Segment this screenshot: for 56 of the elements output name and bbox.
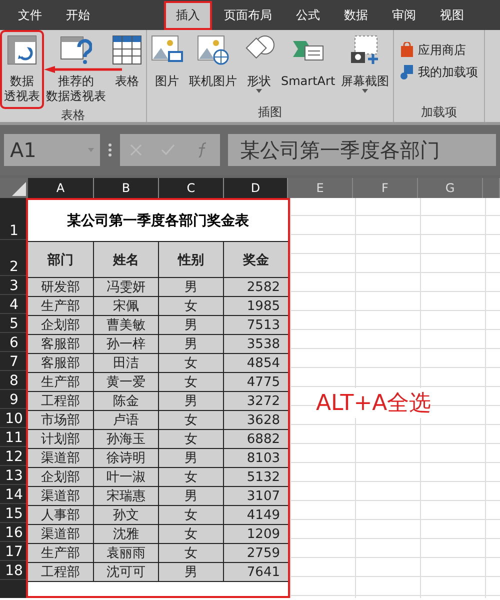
button-label: 透视表: [4, 89, 40, 104]
ribbon-button[interactable]: 推荐的 数据透视表: [44, 32, 108, 107]
table-question-icon: [60, 35, 92, 65]
ribbon-button[interactable]: 应用商店: [400, 42, 478, 58]
group-label: 加载项: [420, 104, 458, 121]
ribbon-tab[interactable]: 页面布局: [214, 2, 282, 28]
ribbon-button[interactable]: 我的加载项: [400, 64, 478, 80]
more-icon: [108, 143, 112, 157]
ribbon-button[interactable]: 屏幕截图: [339, 32, 392, 104]
column-header[interactable]: F: [353, 178, 418, 198]
ribbon-button[interactable]: 表格: [110, 32, 144, 107]
ribbon-button[interactable]: 联机图片: [187, 32, 239, 104]
column-header[interactable]: B: [94, 178, 159, 198]
name-box[interactable]: A1: [4, 134, 100, 166]
row-header[interactable]: 1: [0, 198, 28, 240]
button-label: 屏幕截图: [341, 74, 390, 89]
group-label: 插图: [257, 104, 284, 121]
formula-field[interactable]: 某公司第一季度各部门: [228, 134, 496, 166]
table-cell: 沈可可: [94, 563, 159, 582]
table-cell: 男: [159, 563, 224, 582]
ribbon-tab[interactable]: 插入: [166, 2, 210, 28]
annotation-text: ALT+A全选: [316, 388, 432, 418]
ribbon-button[interactable]: 图片: [149, 32, 185, 104]
ribbon-tab[interactable]: 文件: [8, 2, 52, 28]
ribbon-tab[interactable]: 审阅: [382, 2, 426, 28]
button-label: 数据透视表: [46, 89, 106, 104]
button-label: 应用商店: [418, 42, 466, 58]
shopping-bag-icon: [400, 42, 414, 58]
button-label: 推荐的: [58, 74, 94, 89]
ribbon-tab[interactable]: 公式: [286, 2, 330, 28]
button-label: 形状: [247, 74, 271, 89]
column-header[interactable]: D: [224, 178, 288, 198]
group-label: 表格: [60, 107, 86, 124]
table-cell: 7641: [224, 563, 288, 582]
button-label: SmartArt: [281, 74, 336, 89]
ribbon-button[interactable]: SmartArt: [279, 32, 338, 104]
ribbon-button[interactable]: 形状: [241, 32, 277, 104]
picture-globe-icon: [197, 35, 229, 65]
picture-icon: [151, 35, 183, 65]
button-label: 数据: [10, 74, 34, 89]
ribbon-button[interactable]: 数据 透视表: [2, 32, 42, 107]
button-label: 图片: [155, 74, 179, 89]
ribbon-tab[interactable]: 视图: [430, 2, 474, 28]
column-header[interactable]: G: [418, 178, 483, 198]
button-label: 我的加载项: [418, 64, 478, 80]
column-header[interactable]: C: [159, 178, 224, 198]
column-header[interactable]: E: [288, 178, 353, 198]
button-label: 表格: [115, 74, 139, 89]
button-label: 联机图片: [189, 74, 237, 89]
table-icon: [112, 35, 142, 65]
ribbon-tab[interactable]: 开始: [56, 2, 100, 28]
select-all-icon[interactable]: [12, 182, 26, 196]
table-cell: 工程部: [28, 563, 94, 582]
pivot-table-icon: [7, 35, 37, 65]
column-header[interactable]: A: [28, 178, 94, 198]
ribbon-tab[interactable]: 数据: [334, 2, 378, 28]
